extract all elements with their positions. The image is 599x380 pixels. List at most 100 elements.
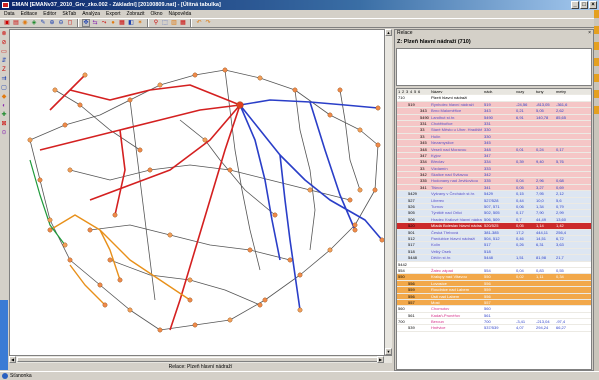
- scroll-thumb[interactable]: [17, 357, 382, 362]
- station-node[interactable]: [227, 167, 233, 173]
- rail-line[interactable]: [239, 99, 379, 109]
- station-node[interactable]: [82, 72, 88, 78]
- station-node[interactable]: [192, 72, 198, 78]
- menu-item-2[interactable]: Editor: [43, 10, 56, 18]
- menu-item-7[interactable]: Okno: [151, 10, 163, 18]
- station-node[interactable]: [375, 142, 381, 148]
- open-icon[interactable]: ▣: [3, 19, 11, 27]
- station-node[interactable]: [117, 277, 123, 283]
- left-tool-9[interactable]: ✚: [1, 112, 8, 119]
- scroll-left-icon[interactable]: ◀: [9, 356, 16, 363]
- station-node[interactable]: [62, 242, 68, 248]
- left-tool-0[interactable]: ⊗: [1, 31, 8, 38]
- panel-close-icon[interactable]: ×: [588, 30, 591, 37]
- station-node[interactable]: [47, 227, 53, 233]
- folder-icon[interactable]: ◈: [30, 19, 38, 27]
- redo-icon[interactable]: ↷: [204, 19, 212, 27]
- left-tool-4[interactable]: Z: [1, 67, 8, 74]
- station-node[interactable]: [87, 227, 93, 233]
- station-node[interactable]: [37, 177, 43, 183]
- zoom-in-icon[interactable]: ⊕: [48, 19, 56, 27]
- left-tool-2[interactable]: ▭: [1, 49, 8, 56]
- maximize-button[interactable]: □: [580, 1, 588, 9]
- station-node[interactable]: [272, 212, 278, 218]
- zoom-out-icon[interactable]: ⊖: [57, 19, 65, 27]
- left-tool-5[interactable]: ⇉: [1, 76, 8, 83]
- station-node[interactable]: [287, 257, 293, 263]
- station-node[interactable]: [112, 212, 118, 218]
- rail-network-map[interactable]: [10, 30, 385, 356]
- station-node[interactable]: [157, 82, 163, 88]
- rail-line[interactable]: [89, 224, 291, 261]
- station-node[interactable]: [347, 197, 353, 203]
- rail-line[interactable]: [159, 144, 379, 331]
- title-bar[interactable]: EMAN [EMANv37_2010_Grv_zko.002 - Základn…: [0, 0, 599, 10]
- station-node[interactable]: [327, 247, 333, 253]
- station-node[interactable]: [52, 87, 58, 93]
- route-icon[interactable]: ⤳: [100, 19, 108, 27]
- save-icon[interactable]: ▤: [12, 19, 20, 27]
- station-node[interactable]: [77, 102, 83, 108]
- pan-icon[interactable]: ✥: [82, 19, 90, 27]
- station-node[interactable]: [375, 105, 381, 111]
- station-node[interactable]: [236, 101, 244, 109]
- station-node[interactable]: [157, 327, 163, 333]
- map-horizontal-scrollbar[interactable]: ◀ ▶: [9, 355, 392, 363]
- station-node[interactable]: [187, 297, 193, 303]
- station-node[interactable]: [357, 127, 363, 133]
- station-node[interactable]: [357, 187, 363, 193]
- rail-line[interactable]: [239, 104, 383, 241]
- map-canvas[interactable]: [9, 29, 392, 363]
- rail-line[interactable]: [99, 229, 121, 281]
- table-icon[interactable]: ▦: [179, 19, 187, 27]
- left-tool-6[interactable]: ▢: [1, 85, 8, 92]
- left-tool-8[interactable]: ◐: [1, 103, 8, 110]
- left-tool-11[interactable]: ⊙: [1, 130, 8, 137]
- station-node[interactable]: [62, 122, 68, 128]
- station-node[interactable]: [257, 302, 263, 308]
- table-row[interactable]: 539 Hněvice 537/539 4,07 294,24 66,27: [397, 325, 591, 332]
- station-node[interactable]: [67, 167, 73, 173]
- close-button[interactable]: ×: [589, 1, 597, 9]
- station-node[interactable]: [337, 87, 343, 93]
- rail-line[interactable]: [69, 84, 241, 106]
- rail-line[interactable]: [239, 104, 281, 261]
- menu-item-0[interactable]: Data: [4, 10, 15, 18]
- station-node[interactable]: [167, 232, 173, 238]
- station-node[interactable]: [307, 187, 313, 193]
- rail-line[interactable]: [129, 99, 156, 301]
- station-node[interactable]: [352, 222, 358, 228]
- rail-line[interactable]: [114, 129, 126, 216]
- chart-icon[interactable]: ▥: [170, 19, 178, 27]
- menu-item-1[interactable]: Editace: [21, 10, 38, 18]
- dock-tab[interactable]: [594, 106, 599, 114]
- edit-icon[interactable]: ✎: [39, 19, 47, 27]
- dock-tab[interactable]: [594, 74, 599, 82]
- station-node[interactable]: [27, 137, 33, 143]
- station-node[interactable]: [292, 87, 298, 93]
- dock-tab[interactable]: [594, 42, 599, 50]
- station-node[interactable]: [227, 317, 233, 323]
- station-node[interactable]: [47, 217, 53, 223]
- menu-item-4[interactable]: Analýza: [82, 10, 100, 18]
- print-icon[interactable]: ◉: [21, 19, 29, 27]
- menu-item-6[interactable]: Zobrazit: [126, 10, 144, 18]
- star-icon[interactable]: ✶: [136, 19, 144, 27]
- map-vertical-scrollbar[interactable]: ▲ ▼: [384, 29, 392, 355]
- station-node[interactable]: [137, 147, 143, 153]
- station-node[interactable]: [297, 272, 303, 278]
- left-tool-10[interactable]: ⊠: [1, 121, 8, 128]
- menu-item-5[interactable]: Export: [106, 10, 120, 18]
- relation-table[interactable]: 1 2 3 4 5 6 Název nádr. vozy tuny metry 710 Plzeň hl…: [396, 88, 592, 370]
- scroll-down-icon[interactable]: ▼: [385, 348, 392, 355]
- rail-line[interactable]: [179, 119, 276, 216]
- rail-line[interactable]: [54, 89, 141, 151]
- select-icon[interactable]: ⬚: [161, 19, 169, 27]
- station-node[interactable]: [127, 97, 133, 103]
- station-node[interactable]: [192, 322, 198, 328]
- rail-line[interactable]: [29, 159, 66, 246]
- station-node[interactable]: [67, 257, 73, 263]
- rail-line[interactable]: [294, 89, 316, 251]
- menu-item-8[interactable]: Nápověda: [168, 10, 191, 18]
- left-tool-3[interactable]: ⇵: [1, 58, 8, 65]
